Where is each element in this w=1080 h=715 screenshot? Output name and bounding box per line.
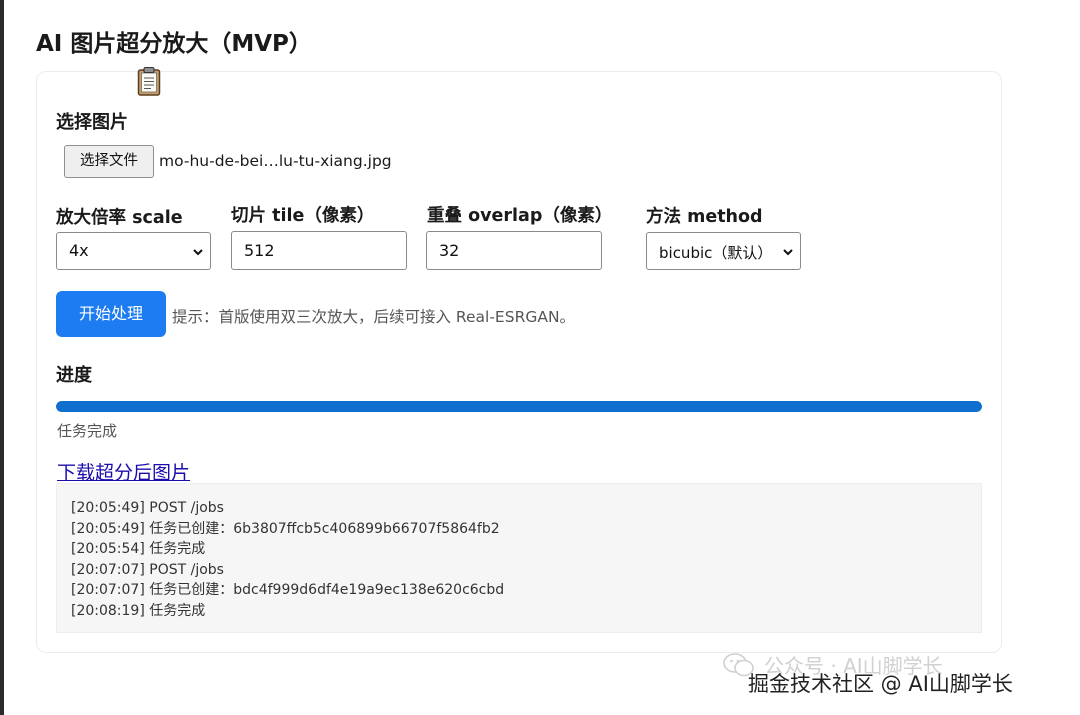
log-line: [20:07:07] POST /jobs: [71, 561, 224, 578]
watermark-juejin: 掘金技术社区 @ AI山脚学长: [748, 672, 1013, 696]
scale-select-value: 4x: [69, 241, 89, 260]
progress-bar: [56, 401, 982, 412]
chevron-down-icon: [783, 249, 793, 256]
progress-section-label: 进度: [56, 365, 92, 386]
overlap-label: 重叠 overlap（像素）: [427, 206, 613, 226]
clipboard-icon: [137, 67, 161, 96]
log-panel: [20:05:49] POST /jobs [20:05:49] 任务已创建：6b…: [56, 483, 982, 633]
scale-label: 放大倍率 scale: [56, 208, 183, 228]
method-select-value: bicubic（默认）: [659, 244, 773, 262]
choose-file-button[interactable]: 选择文件: [64, 145, 154, 178]
scale-select[interactable]: 4x: [56, 232, 211, 270]
selected-file-name: mo-hu-de-bei…lu-tu-xiang.jpg: [159, 152, 392, 170]
overlap-input[interactable]: 32: [426, 231, 602, 270]
method-label: 方法 method: [646, 207, 763, 227]
method-select[interactable]: bicubic（默认）: [646, 232, 801, 270]
page-title: AI 图片超分放大（MVP）: [36, 31, 312, 57]
window-left-edge: [0, 0, 4, 715]
log-line: [20:05:49] 任务已创建：6b3807ffcb5c406899b6670…: [71, 520, 500, 537]
progress-bar-fill: [56, 401, 982, 412]
log-line: [20:05:49] POST /jobs: [71, 500, 224, 516]
chevron-down-icon: [193, 249, 203, 256]
download-link[interactable]: 下载超分后图片: [57, 458, 190, 485]
upload-section-label: 选择图片: [56, 112, 128, 133]
start-processing-button[interactable]: 开始处理: [56, 291, 166, 337]
tile-input[interactable]: 512: [231, 231, 407, 270]
log-line: [20:07:07] 任务已创建：bdc4f999d6df4e19a9ec138…: [71, 582, 505, 599]
tile-label: 切片 tile（像素）: [231, 206, 375, 226]
progress-status: 任务完成: [57, 422, 118, 440]
hint-text: 提示：首版使用双三次放大，后续可接入 Real-ESRGAN。: [172, 308, 576, 326]
log-line: [20:05:54] 任务完成: [71, 541, 206, 558]
log-line: [20:08:19] 任务完成: [71, 602, 206, 619]
